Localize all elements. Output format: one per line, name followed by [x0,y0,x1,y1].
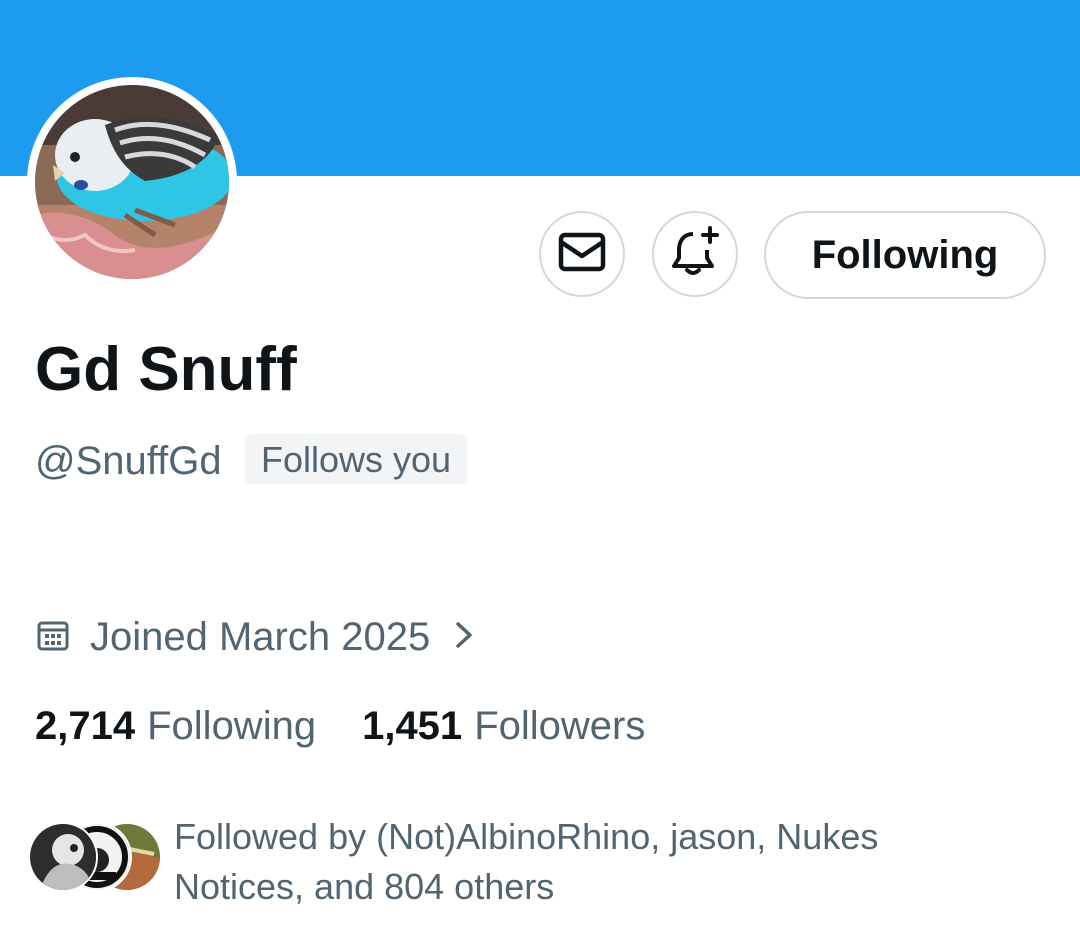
message-button[interactable] [539,211,625,297]
followed-by-text: Followed by (Not)AlbinoRhino, jason, Nuk… [174,816,879,907]
followed-by-row[interactable]: Followed by (Not)AlbinoRhino, jason, Nuk… [28,812,1048,912]
follow-stats: 2,714 Following 1,451 Followers [35,698,645,754]
bell-plus-icon [669,226,721,282]
followers-label: Followers [474,703,646,748]
following-count: 2,714 [35,703,136,748]
profile-avatar[interactable] [27,77,237,287]
followed-by-avatars [28,822,162,892]
calendar-icon [36,618,90,656]
followers-count: 1,451 [362,703,463,748]
notifications-button[interactable] [652,211,738,297]
follower-avatar [28,822,98,892]
avatar-image [35,85,229,279]
display-name: Gd Snuff [35,335,297,404]
follows-you-badge: Follows you [245,434,468,484]
following-label: Following [147,703,317,748]
joined-date-text: Joined March 2025 [90,614,431,659]
following-stat[interactable]: 2,714 Following [35,704,316,749]
chevron-right-icon [430,618,476,656]
envelope-icon [558,232,606,276]
joined-date-row[interactable]: Joined March 2025 [36,610,476,664]
profile-page: Following Gd Snuff @SnuffGd Follows you … [0,0,1080,932]
following-button[interactable]: Following [764,211,1046,299]
followers-stat[interactable]: 1,451 Followers [362,704,645,749]
user-handle: @SnuffGd [35,439,222,483]
